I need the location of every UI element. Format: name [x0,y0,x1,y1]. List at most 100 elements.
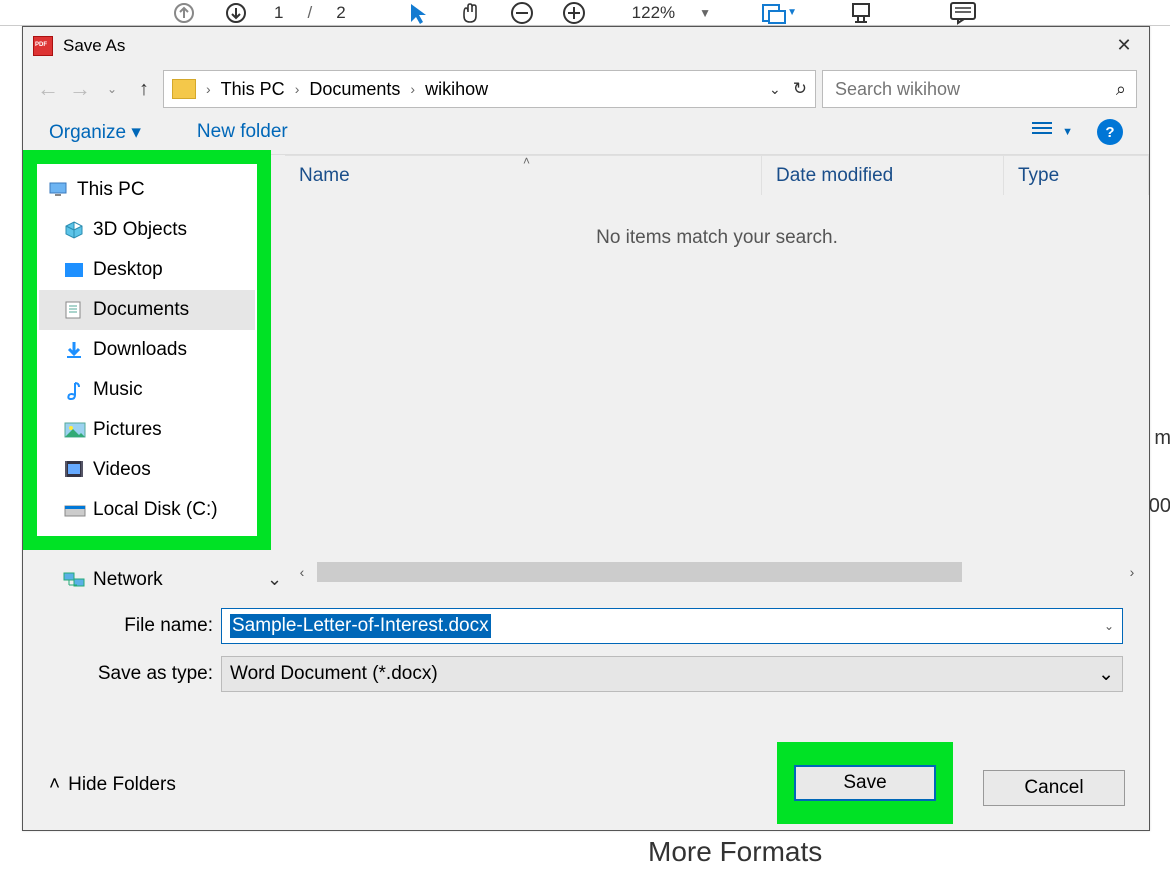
sort-indicator-icon: ˄ [523,154,530,168]
dialog-body: This PC 3D Objects Desktop Documents Dow… [23,154,1149,584]
back-button[interactable]: ← [35,76,61,102]
pictures-icon [65,421,85,439]
hide-folders-button[interactable]: ˄ Hide Folders [49,774,176,796]
page-current[interactable]: 1 [274,3,283,23]
titlebar: Save As ✕ [23,27,1149,64]
breadcrumb-this-pc[interactable]: This PC [221,79,285,100]
zoom-out-icon[interactable] [508,1,536,25]
view-mode-icon [1032,122,1054,142]
tree-network[interactable]: Network [63,569,163,591]
tree-local-disk[interactable]: Local Disk (C:) [39,490,255,530]
breadcrumb-documents[interactable]: Documents [309,79,400,100]
tree-label: Network [93,569,163,591]
chevron-down-icon[interactable]: ⌄ [1098,663,1114,686]
disk-icon [65,501,85,519]
up-button[interactable]: ↑ [131,78,157,101]
upload-icon[interactable] [170,1,198,25]
chevron-down-icon[interactable]: ⌄ [1104,619,1114,633]
recent-dropdown-icon[interactable]: ⌄ [99,82,125,96]
refresh-button[interactable]: ↻ [793,79,807,99]
tree-this-pc[interactable]: This PC [39,170,255,210]
documents-icon [65,301,85,319]
column-label: Type [1018,165,1059,187]
scroll-right-button[interactable]: › [1121,561,1143,583]
dialog-title: Save As [63,36,125,56]
empty-message: No items match your search. [285,195,1149,560]
chevron-up-icon: ˄ [49,774,60,796]
column-label: Date modified [776,165,893,187]
tree-music[interactable]: Music [39,370,255,410]
save-highlight: Save [777,742,953,824]
folder-tree[interactable]: This PC 3D Objects Desktop Documents Dow… [37,164,257,536]
chevron-right-icon: › [295,81,300,97]
file-name-row: File name: Sample-Letter-of-Interest.doc… [23,602,1149,650]
cancel-button[interactable]: Cancel [983,770,1125,806]
acrobat-toolbar: 1 / 2 122% ▼ ▼ [0,0,1170,26]
tree-desktop[interactable]: Desktop [39,250,255,290]
scroll-left-button[interactable]: ‹ [291,561,313,583]
breadcrumb-wikihow[interactable]: wikihow [425,79,488,100]
tree-documents[interactable]: Documents [39,290,255,330]
save-type-row: Save as type: Word Document (*.docx) ⌄ [23,650,1149,698]
videos-icon [65,461,85,479]
forward-button: → [67,76,93,102]
close-button[interactable]: ✕ [1099,27,1149,64]
scroll-thumb[interactable] [317,562,962,582]
tree-videos[interactable]: Videos [39,450,255,490]
nav-row: ← → ⌄ ↑ › This PC › Documents › wikihow … [35,68,1137,110]
view-mode-button[interactable]: ▼ [1032,122,1073,142]
search-icon[interactable]: ⌕ [1116,79,1126,100]
tree-wrapper: This PC 3D Objects Desktop Documents Dow… [23,155,285,584]
tree-label: This PC [77,179,145,201]
column-label: Name [299,165,350,187]
tree-highlight: This PC 3D Objects Desktop Documents Dow… [23,150,271,550]
organize-menu[interactable]: Organize ▾ [49,121,141,144]
zoom-level[interactable]: 122% [632,3,675,23]
column-date[interactable]: Date modified [762,156,1004,195]
tree-label: Downloads [93,339,187,361]
network-icon [63,571,83,589]
tool-icon-1[interactable]: ▼ [765,1,793,25]
save-type-select[interactable]: Word Document (*.docx) ⌄ [221,656,1123,692]
tool-icon-2[interactable] [847,1,875,25]
list-header: Name ˄ Date modified Type [285,155,1149,195]
toolbar: Organize ▾ New folder ▼ ? [23,110,1149,154]
zoom-dropdown-icon[interactable]: ▼ [699,6,711,20]
column-type[interactable]: Type [1004,156,1149,195]
horizontal-scrollbar[interactable]: ‹ › [285,560,1149,584]
file-list-panel: Name ˄ Date modified Type No items match … [285,155,1149,584]
cube-icon [65,221,85,239]
desktop-icon [65,261,85,279]
search-input[interactable] [833,78,1116,101]
download-icon [65,341,85,359]
more-formats-text: More Formats [648,836,822,868]
search-box[interactable]: ⌕ [822,70,1137,108]
help-button[interactable]: ? [1097,119,1123,145]
cursor-icon[interactable] [404,1,432,25]
file-name-input[interactable]: Sample-Letter-of-Interest.docx ⌄ [221,608,1123,644]
tree-label: Music [93,379,143,401]
tree-downloads[interactable]: Downloads [39,330,255,370]
file-name-label: File name: [49,615,221,637]
tree-label: 3D Objects [93,219,187,241]
download-icon[interactable] [222,1,250,25]
page-total: 2 [336,3,345,23]
pdf-icon [33,36,53,56]
tree-3d-objects[interactable]: 3D Objects [39,210,255,250]
chevron-right-icon: › [410,81,415,97]
tree-label: Desktop [93,259,163,281]
column-name[interactable]: Name ˄ [285,156,762,195]
new-folder-button[interactable]: New folder [197,121,288,143]
zoom-in-icon[interactable] [560,1,588,25]
path-dropdown-icon[interactable]: ⌄ [769,81,781,98]
save-type-value: Word Document (*.docx) [230,663,438,685]
folder-icon [172,79,196,99]
edge-fragment-2: 00 [1149,495,1170,518]
collapse-chevron-icon[interactable]: ⌄ [267,569,282,590]
tree-pictures[interactable]: Pictures [39,410,255,450]
breadcrumb-bar[interactable]: › This PC › Documents › wikihow ⌄ ↻ [163,70,816,108]
comment-icon[interactable] [949,1,977,25]
save-button[interactable]: Save [794,765,936,801]
hand-icon[interactable] [456,1,484,25]
save-as-dialog: Save As ✕ ← → ⌄ ↑ › This PC › Documents … [22,26,1150,831]
